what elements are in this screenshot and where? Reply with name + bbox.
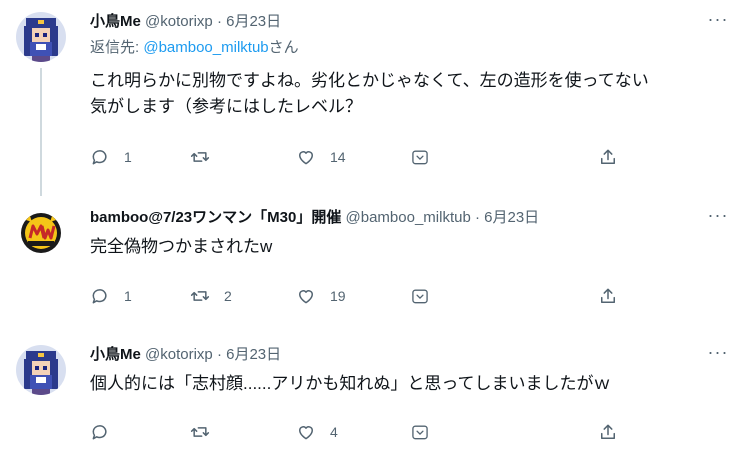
tweet-text-line: 個人的には「志村顔......アリかも知れぬ」と思ってしまいましたがｗ <box>90 374 611 393</box>
chevron-down-box-icon <box>412 289 428 304</box>
retweet-icon <box>190 291 210 301</box>
reply-to-line: 返信先: @bamboo_milktubさん <box>90 38 299 58</box>
pixel-character-avatar-icon <box>16 12 66 62</box>
user-handle[interactable]: @kotorixp <box>145 13 213 30</box>
reply-button[interactable] <box>90 420 124 444</box>
like-button[interactable]: 14 <box>296 145 346 169</box>
tweet-text: これ明らかに別物ですよね。劣化とかじゃなくて、左の造形を使ってない 気がします（… <box>90 68 690 120</box>
chevron-down-box-icon <box>412 425 428 440</box>
action-bar: 1 2 19 <box>90 284 630 308</box>
separator-dot: · <box>216 346 222 363</box>
reply-icon <box>92 150 107 165</box>
tweet-date[interactable]: 6月23日 <box>484 209 539 226</box>
bookmark-button[interactable] <box>410 420 430 444</box>
pixel-character-avatar-icon <box>16 345 66 395</box>
reply-to-handle-link[interactable]: @bamboo_milktub <box>143 39 268 56</box>
display-name[interactable]: 小鳥Me <box>90 13 141 30</box>
tweet-date[interactable]: 6月23日 <box>226 346 281 363</box>
tweet-content: bamboo@7/23ワンマン「M30」開催 @bamboo_milktub ·… <box>90 196 704 330</box>
reply-count: 1 <box>124 288 132 304</box>
avatar[interactable] <box>16 345 66 395</box>
share-icon <box>601 288 615 303</box>
retweet-button[interactable] <box>190 145 224 169</box>
like-button[interactable]: 19 <box>296 284 346 308</box>
reply-button[interactable]: 1 <box>90 284 132 308</box>
heart-icon <box>299 426 313 440</box>
retweet-button[interactable]: 2 <box>190 284 232 308</box>
mw-logo-avatar-icon <box>16 208 66 258</box>
more-options-icon[interactable]: ··· <box>706 10 730 32</box>
tweet-header: bamboo@7/23ワンマン「M30」開催 @bamboo_milktub ·… <box>90 208 539 228</box>
tweet-header: 小鳥Me @kotorixp · 6月23日 <box>90 345 281 365</box>
reply-suffix: さん <box>268 39 299 56</box>
share-button[interactable] <box>598 145 618 169</box>
heart-icon <box>299 151 313 165</box>
more-options-icon[interactable]: ··· <box>706 206 730 228</box>
action-bar: 4 <box>90 420 630 444</box>
retweet-count: 2 <box>224 288 232 304</box>
chevron-down-box-icon <box>412 150 428 165</box>
bookmark-button[interactable] <box>410 145 430 169</box>
like-count: 4 <box>330 424 338 440</box>
retweet-icon <box>190 152 210 162</box>
separator-dot: · <box>474 209 480 226</box>
share-button[interactable] <box>598 420 618 444</box>
tweet-2[interactable]: bamboo@7/23ワンマン「M30」開催 @bamboo_milktub ·… <box>0 196 740 330</box>
separator-dot: · <box>216 13 222 30</box>
tweet-header: 小鳥Me @kotorixp · 6月23日 <box>90 12 281 32</box>
tweet-content: 小鳥Me @kotorixp · 6月23日 返信先: @bamboo_milk… <box>90 0 704 196</box>
like-count: 14 <box>330 149 346 165</box>
tweet-1[interactable]: 小鳥Me @kotorixp · 6月23日 返信先: @bamboo_milk… <box>0 0 740 196</box>
avatar[interactable] <box>16 208 66 258</box>
share-icon <box>601 424 615 439</box>
user-handle[interactable]: @bamboo_milktub <box>346 209 471 226</box>
display-name[interactable]: bamboo@7/23ワンマン「M30」開催 <box>90 209 341 226</box>
tweet-text-line: 気がします（参考にはしたレベル？ <box>90 97 362 116</box>
retweet-icon <box>190 427 210 437</box>
user-handle[interactable]: @kotorixp <box>145 346 213 363</box>
tweet-3[interactable]: 小鳥Me @kotorixp · 6月23日 個人的には「志村顔......アリ… <box>0 333 740 463</box>
heart-icon <box>299 290 313 304</box>
reply-button[interactable]: 1 <box>90 145 132 169</box>
action-bar: 1 14 <box>90 145 630 169</box>
like-button[interactable]: 4 <box>296 420 338 444</box>
more-options-icon[interactable]: ··· <box>706 343 730 365</box>
like-count: 19 <box>330 288 346 304</box>
tweet-date[interactable]: 6月23日 <box>226 13 281 30</box>
tweet-text: 完全偽物つかまされたw <box>90 234 690 260</box>
reply-prefix: 返信先: <box>90 39 144 56</box>
share-button[interactable] <box>598 284 618 308</box>
display-name[interactable]: 小鳥Me <box>90 346 141 363</box>
tweet-text-line: 完全偽物つかまされたw <box>90 237 273 256</box>
reply-icon <box>92 425 107 440</box>
bookmark-button[interactable] <box>410 284 430 308</box>
tweet-content: 小鳥Me @kotorixp · 6月23日 個人的には「志村顔......アリ… <box>90 333 704 463</box>
share-icon <box>601 149 615 164</box>
reply-icon <box>92 289 107 304</box>
reply-count: 1 <box>124 149 132 165</box>
tweet-text: 個人的には「志村顔......アリかも知れぬ」と思ってしまいましたがｗ <box>90 371 690 397</box>
retweet-button[interactable] <box>190 420 224 444</box>
avatar[interactable] <box>16 12 66 62</box>
tweet-text-line: これ明らかに別物ですよね。劣化とかじゃなくて、左の造形を使ってない <box>90 71 649 90</box>
